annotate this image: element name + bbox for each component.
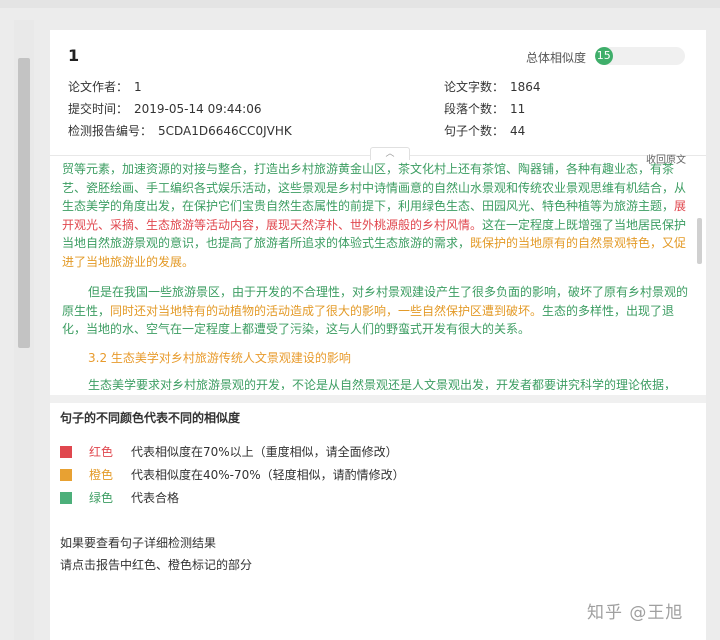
hint-line-1: 如果要查看句子详细检测结果 bbox=[60, 536, 217, 550]
report-header: 1 总体相似度 15 论文作者： 1 提交时间： 2019-05-14 09:44:… bbox=[50, 30, 706, 156]
sentence-count-row: 句子个数： 44 bbox=[444, 122, 525, 139]
paragraph-count-value: 11 bbox=[510, 102, 526, 116]
text-scrollbar-thumb[interactable] bbox=[697, 218, 702, 264]
sentence-count-value: 44 bbox=[510, 124, 526, 138]
green-swatch bbox=[60, 492, 72, 504]
word-count-value: 1864 bbox=[510, 80, 541, 94]
section-divider bbox=[50, 395, 706, 403]
sentence-green: 贸等元素，加速资源的对接与整合，打造出乡村旅游黄金山区，茶文化村上还有茶馆、陶器… bbox=[62, 162, 687, 213]
report-id-row: 检测报告编号： 5CDA1D6646CC0JVHK bbox=[68, 122, 292, 139]
similarity-progress-fill: 15 bbox=[595, 47, 613, 65]
legend-item-desc: 代表相似度在70%以上（重度相似，请全面修改） bbox=[131, 445, 398, 459]
paragraph-2: 但是在我国一些旅游景区，由于开发的不合理性，对乡村景观建设产生了很多负面的影响，… bbox=[62, 283, 688, 339]
report-id-value: 5CDA1D6646CC0JVHK bbox=[158, 124, 292, 138]
legend-item-red: 红色 代表相似度在70%以上（重度相似，请全面修改） bbox=[60, 443, 398, 460]
paragraph-count-row: 段落个数： 11 bbox=[444, 100, 525, 117]
legend-item-desc: 代表相似度在40%-70%（轻度相似，请酌情修改） bbox=[131, 468, 405, 482]
legend-title: 句子的不同颜色代表不同的相似度 bbox=[60, 411, 241, 425]
similarity-progress-bar: 15 bbox=[595, 47, 685, 65]
left-scrollbar-thumb[interactable] bbox=[18, 58, 30, 348]
orange-swatch bbox=[60, 469, 72, 481]
legend-item-name: 绿色 bbox=[89, 491, 114, 505]
sentence-count-label: 句子个数： bbox=[444, 124, 505, 138]
submit-time-value: 2019-05-14 09:44:06 bbox=[134, 102, 262, 116]
submit-time-label: 提交时间： bbox=[68, 102, 129, 116]
legend-item-name: 橙色 bbox=[89, 468, 114, 482]
top-strip bbox=[0, 0, 720, 8]
submit-time-row: 提交时间： 2019-05-14 09:44:06 bbox=[68, 100, 261, 117]
legend-item-green: 绿色 代表合格 bbox=[60, 489, 179, 506]
sentence-green: 生态美学要求对乡村旅游景观的开发，不论是从自然景观还是人文景观出发，开发者都要讲… bbox=[88, 378, 677, 390]
section-heading: 3.2 生态美学对乡村旅游传统人文景观建设的影响 bbox=[88, 351, 351, 365]
paragraph-count-label: 段落个数： bbox=[444, 102, 505, 116]
watermark: 知乎 @王旭 bbox=[587, 603, 684, 623]
similarity-label: 总体相似度 bbox=[526, 51, 587, 65]
word-count-row: 论文字数： 1864 bbox=[444, 78, 541, 95]
report-id-label: 检测报告编号： bbox=[68, 124, 153, 138]
word-count-label: 论文字数： bbox=[444, 80, 505, 94]
paragraph-3: 生态美学要求对乡村旅游景观的开发，不论是从自然景观还是人文景观出发，开发者都要讲… bbox=[62, 376, 688, 390]
document-text-area: 贸等元素，加速资源的对接与整合，打造出乡村旅游黄金山区，茶文化村上还有茶馆、陶器… bbox=[50, 160, 706, 390]
report-panel: 1 总体相似度 15 论文作者： 1 提交时间： 2019-05-14 09:44:… bbox=[50, 30, 706, 640]
sentence-orange[interactable]: 同时还对当地特有的动植物的活动造成了很大的影响，一些自然保护区遭到破坏。 bbox=[110, 304, 542, 318]
paragraph-1: 贸等元素，加速资源的对接与整合，打造出乡村旅游黄金山区，茶文化村上还有茶馆、陶器… bbox=[62, 160, 688, 271]
hint-line-2: 请点击报告中红色、橙色标记的部分 bbox=[60, 558, 253, 572]
collapse-toggle-icon[interactable]: ︿ bbox=[370, 147, 410, 160]
legend-item-name: 红色 bbox=[89, 445, 114, 459]
red-swatch bbox=[60, 446, 72, 458]
doc-number: 1 bbox=[68, 46, 80, 65]
author-row: 论文作者： 1 bbox=[68, 78, 142, 95]
legend-item-desc: 代表合格 bbox=[131, 491, 180, 505]
author-label: 论文作者： bbox=[68, 80, 129, 94]
author-value: 1 bbox=[134, 80, 142, 94]
legend-item-orange: 橙色 代表相似度在40%-70%（轻度相似，请酌情修改） bbox=[60, 466, 405, 483]
